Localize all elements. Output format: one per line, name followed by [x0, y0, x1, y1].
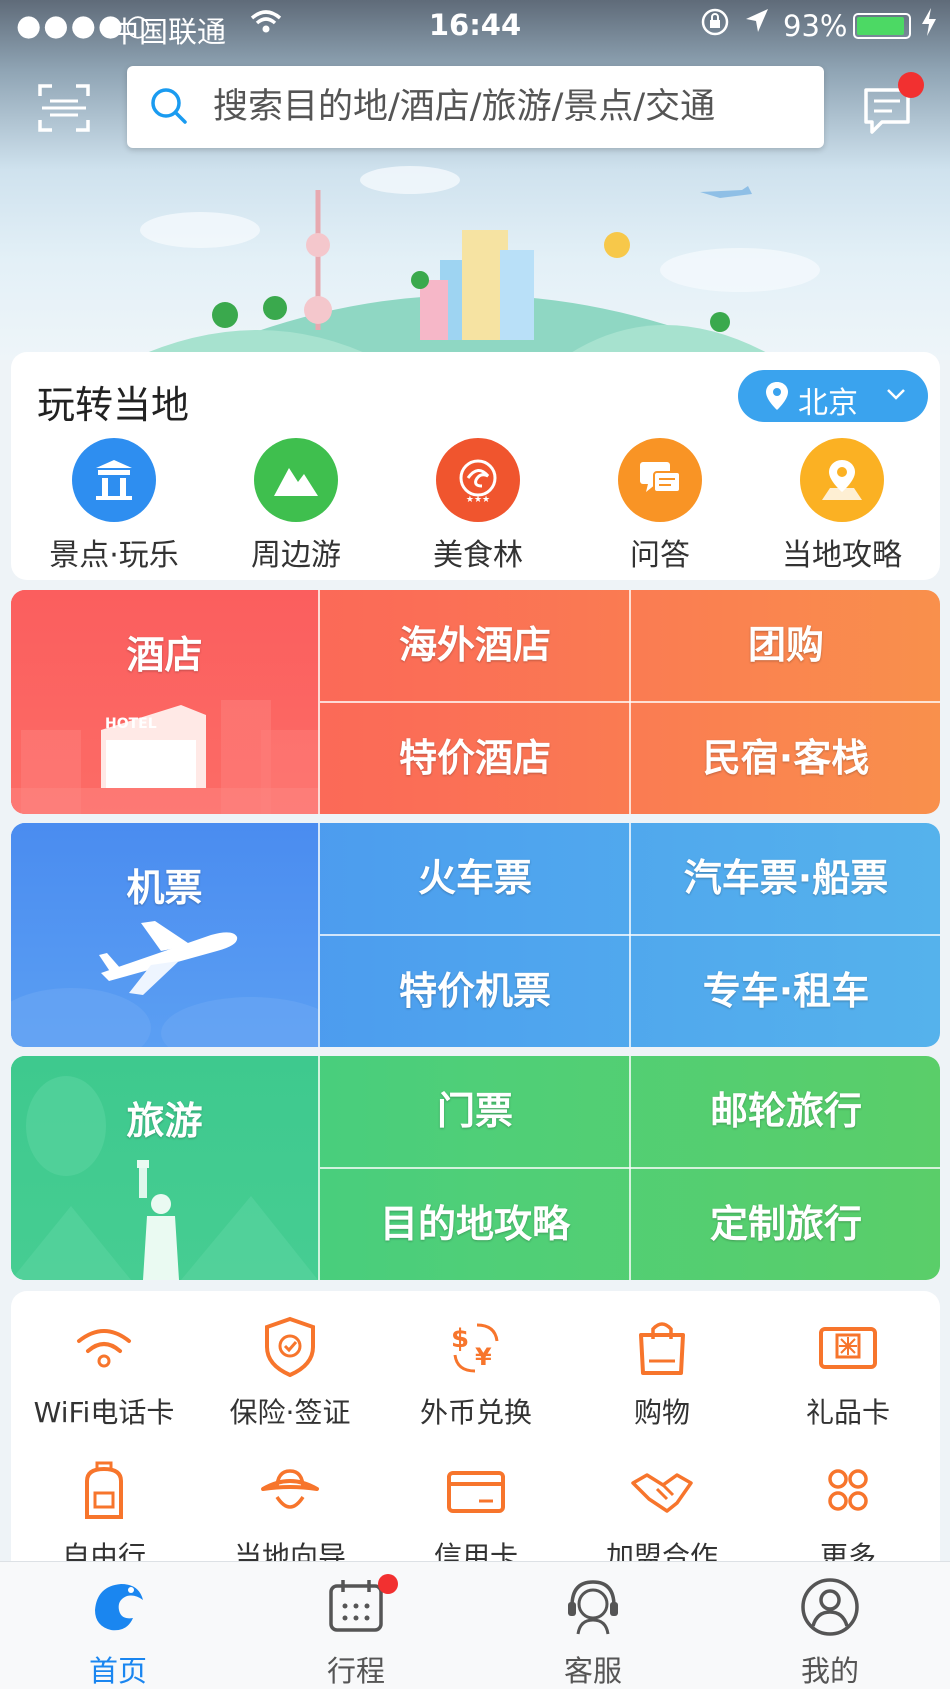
chevron-down-icon — [887, 389, 905, 400]
battery-percent: 93% — [783, 9, 848, 43]
local-item-qa[interactable]: 问答 — [569, 438, 751, 574]
charging-icon — [920, 6, 938, 45]
car-rental-button[interactable]: 专车·租车 — [631, 936, 940, 1047]
homestay-inn-button[interactable]: 民宿·客栈 — [631, 703, 940, 814]
local-item-label: 美食林 — [433, 538, 523, 573]
shield-icon — [265, 1316, 315, 1378]
bottom-tab-bar: 首页 行程 客服 我的 — [0, 1561, 950, 1689]
gate-icon — [72, 438, 156, 522]
service-label: 外币兑换 — [419, 1396, 532, 1429]
city-selector[interactable]: 北京 — [738, 370, 928, 422]
tab-itinerary[interactable]: 行程 — [266, 1576, 446, 1689]
location-arrow-icon — [743, 6, 771, 43]
discount-flight-button[interactable]: 特价机票 — [320, 936, 630, 1047]
tab-customer-service[interactable]: 客服 — [503, 1576, 683, 1689]
discount-hotel-button[interactable]: 特价酒店 — [320, 703, 630, 814]
travel-button[interactable]: 旅游 — [11, 1056, 318, 1280]
cruise-button[interactable]: 邮轮旅行 — [631, 1056, 940, 1167]
shopping-bag-icon — [639, 1322, 685, 1375]
transport-section: 机票 火车票 汽车票·船票 特价机票 专车·租车 — [11, 823, 940, 1047]
scan-icon — [38, 84, 90, 132]
local-item-local-guide[interactable]: 当地攻略 — [751, 438, 933, 574]
search-input[interactable] — [213, 78, 803, 136]
chat-bubbles-icon — [618, 438, 702, 522]
local-item-label: 问答 — [630, 538, 690, 573]
home-dolphin-icon — [95, 1584, 143, 1631]
credit-card-icon — [447, 1471, 505, 1513]
tab-label: 客服 — [563, 1654, 622, 1688]
tickets-button[interactable]: 门票 — [320, 1056, 630, 1167]
flight-button[interactable]: 机票 — [11, 823, 318, 1047]
service-more[interactable]: 更多 — [755, 1459, 940, 1575]
travel-label: 旅游 — [126, 1099, 203, 1143]
local-item-label: 景点·玩乐 — [49, 538, 179, 573]
gift-card-icon — [819, 1327, 877, 1369]
service-wifi-sim[interactable]: WiFi电话卡 — [11, 1315, 197, 1431]
local-item-label: 当地攻略 — [782, 538, 902, 573]
search-icon — [151, 88, 187, 124]
service-currency-exchange[interactable]: $ ¥ 外币兑换 — [383, 1315, 569, 1431]
service-label: 礼品卡 — [805, 1396, 890, 1429]
overseas-hotel-button[interactable]: 海外酒店 — [320, 590, 630, 701]
local-section-title: 玩转当地 — [37, 383, 190, 427]
local-item-nearby-trips[interactable]: 周边游 — [205, 438, 387, 574]
dolphin-badge-icon: ★★★ — [436, 438, 520, 522]
service-gift-card[interactable]: 礼品卡 — [755, 1315, 940, 1431]
tab-label: 首页 — [88, 1654, 147, 1688]
profile-icon — [801, 1578, 859, 1636]
local-item-attractions[interactable]: 景点·玩乐 — [23, 438, 205, 574]
service-partnership[interactable]: 加盟合作 — [569, 1459, 755, 1575]
scan-button[interactable] — [36, 82, 92, 134]
guide-hat-icon — [261, 1469, 319, 1509]
svg-text:¥: ¥ — [475, 1343, 492, 1371]
hotel-section: HOTEL 酒店 海外酒店 团购 特价酒店 民宿·客栈 — [11, 590, 940, 814]
handshake-icon — [631, 1473, 693, 1513]
local-item-food[interactable]: ★★★ 美食林 — [387, 438, 569, 574]
bus-ferry-ticket-button[interactable]: 汽车票·船票 — [631, 823, 940, 934]
train-ticket-button[interactable]: 火车票 — [320, 823, 630, 934]
service-independent-travel[interactable]: 自由行 — [11, 1459, 197, 1575]
status-bar: ●●●●○ 中国联通 16:44 93% — [0, 0, 950, 52]
itinerary-badge — [378, 1574, 398, 1594]
notification-dot — [898, 72, 924, 98]
battery-icon — [853, 13, 911, 39]
destination-guide-button[interactable]: 目的地攻略 — [320, 1169, 630, 1280]
service-shopping[interactable]: 购物 — [569, 1315, 755, 1431]
svg-text:★★★: ★★★ — [466, 495, 490, 504]
hero-banner: ●●●●○ 中国联通 16:44 93% — [0, 0, 950, 360]
service-label: 购物 — [633, 1396, 690, 1429]
currency-exchange-icon: $¥ — [451, 1323, 499, 1373]
service-credit-card[interactable]: 信用卡 — [383, 1459, 569, 1575]
svg-text:HOTEL: HOTEL — [105, 716, 157, 732]
service-label: WiFi电话卡 — [33, 1396, 175, 1429]
services-panel: WiFi电话卡 保险·签证 $ ¥ 外币兑换 购物 礼品卡 自由行 当地向导 信用… — [11, 1291, 940, 1591]
hotel-button[interactable]: HOTEL 酒店 — [11, 590, 318, 814]
tab-label: 我的 — [800, 1654, 859, 1688]
travel-section: 旅游 门票 邮轮旅行 目的地攻略 定制旅行 — [11, 1056, 940, 1280]
more-grid-icon — [828, 1469, 868, 1511]
location-pin-icon — [766, 382, 788, 410]
map-pin-icon — [800, 438, 884, 522]
tab-home[interactable]: 首页 — [28, 1576, 208, 1689]
service-insurance-visa[interactable]: 保险·签证 — [197, 1315, 383, 1431]
custom-travel-button[interactable]: 定制旅行 — [631, 1169, 940, 1280]
service-local-guide[interactable]: 当地向导 — [197, 1459, 383, 1575]
flight-label: 机票 — [126, 866, 203, 910]
svg-text:$: $ — [451, 1324, 469, 1354]
tab-label: 行程 — [326, 1654, 385, 1688]
search-bar[interactable] — [127, 66, 824, 148]
wifi-icon — [77, 1329, 131, 1368]
local-section: 玩转当地 北京 景点·玩乐 周边游 ★★★ 美食林 问答 当地攻略 — [11, 352, 940, 580]
service-label: 保险·签证 — [229, 1396, 351, 1429]
city-name: 北京 — [798, 386, 858, 421]
mountain-icon — [254, 438, 338, 522]
group-buy-button[interactable]: 团购 — [631, 590, 940, 701]
hotel-label: 酒店 — [126, 633, 203, 677]
city-illustration — [130, 166, 820, 360]
headset-icon — [568, 1580, 618, 1635]
backpack-icon — [85, 1461, 123, 1519]
tab-profile[interactable]: 我的 — [740, 1576, 920, 1689]
local-item-label: 周边游 — [251, 538, 341, 573]
rotation-lock-icon — [700, 6, 730, 45]
